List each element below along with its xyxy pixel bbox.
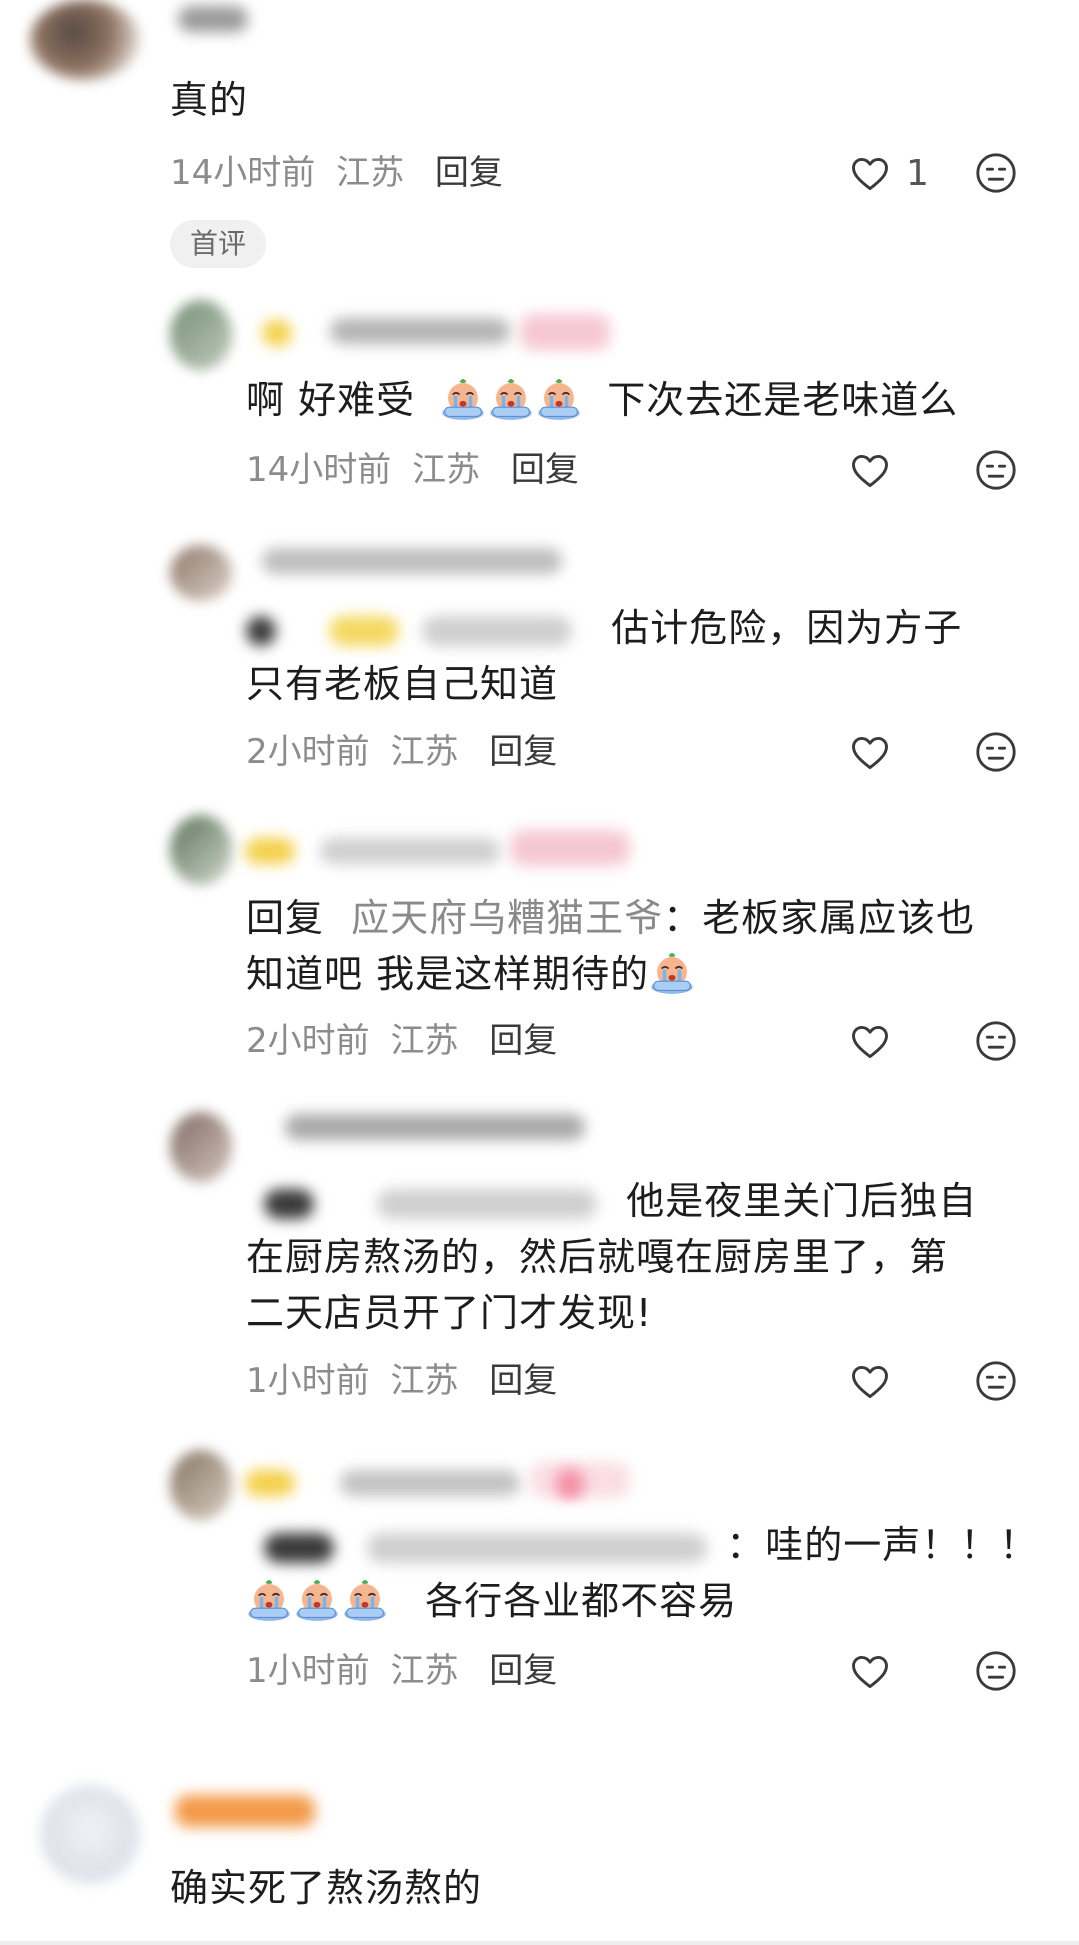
avatar[interactable] <box>170 545 232 601</box>
comment-text-part: 啊 好难受 <box>246 378 416 422</box>
comment-meta: 2小时前 江苏 回复 <box>246 727 557 777</box>
avatar[interactable] <box>170 815 232 885</box>
crying-face-emoji <box>649 949 695 995</box>
reply-button[interactable]: 回复 <box>489 1361 557 1401</box>
comment-text: 他是夜里关门后独自 在厨房熬汤的，然后就嘎在厨房里了，第 二天店员开了门才发现! <box>246 1173 1066 1341</box>
comment-time: 14小时前 <box>246 450 392 490</box>
comment-text-part: ：老板家属应该也 <box>663 896 976 940</box>
mention-blurred <box>422 615 573 646</box>
like-button[interactable] <box>848 1016 892 1066</box>
comment-meta: 1小时前 江苏 回复 <box>246 1646 557 1696</box>
comment-text-part: 知道吧 我是这样期待的 <box>246 952 650 996</box>
comment-meta: 14小时前 江苏 回复 <box>170 148 503 198</box>
comment-text: 啊 好难受 下次去还是老味道么 <box>246 372 958 428</box>
heart-outline-icon <box>848 1649 892 1693</box>
username-blurred[interactable] <box>175 1795 315 1827</box>
comment-text: ：哇的一声！！！ 各行各业都不容易 <box>246 1517 1066 1629</box>
username-blurred[interactable] <box>320 838 500 864</box>
comment-meta: 1小时前 江苏 回复 <box>246 1356 557 1406</box>
heart-outline-icon <box>848 448 892 492</box>
heart-outline-icon <box>848 151 892 195</box>
badge-blurred <box>530 1462 630 1498</box>
crying-face-emoji <box>536 375 582 421</box>
username-blurred[interactable] <box>340 1470 520 1496</box>
comment-text-part: 只有老板自己知道 <box>246 662 559 706</box>
crying-face-emoji <box>342 1576 388 1622</box>
mention-blurred <box>246 615 276 646</box>
comment-text-part: 他是夜里关门后独自 <box>626 1179 978 1223</box>
reply-button[interactable]: 回复 <box>489 1651 557 1691</box>
heart-outline-icon <box>848 1019 892 1063</box>
like-button[interactable]: 1 <box>848 148 929 198</box>
comment-time: 1小时前 <box>246 1651 370 1691</box>
mention-blurred <box>264 1188 314 1219</box>
level-badge-blurred <box>245 838 295 864</box>
level-badge-blurred <box>245 1470 295 1496</box>
comment-location: 江苏 <box>390 1361 459 1401</box>
like-count: 1 <box>906 152 929 194</box>
avatar[interactable] <box>170 1112 232 1182</box>
like-button[interactable] <box>848 727 892 777</box>
neutral-face-icon[interactable] <box>973 150 1019 196</box>
username-blurred[interactable] <box>262 548 562 574</box>
neutral-face-icon[interactable] <box>973 1018 1019 1064</box>
crying-face-emoji <box>440 375 486 421</box>
bottom-divider <box>0 1941 1079 1945</box>
comment-text-part: 下次去还是老味道么 <box>607 378 959 422</box>
comment-location: 江苏 <box>412 450 481 490</box>
neutral-face-icon[interactable] <box>973 447 1019 493</box>
comment-time: 2小时前 <box>246 1021 370 1061</box>
username-blurred[interactable] <box>178 6 248 32</box>
mention-link[interactable]: 应天府乌糟猫王爷 <box>351 896 663 940</box>
crying-face-emoji <box>246 1576 292 1622</box>
badge-blurred <box>520 314 610 350</box>
username-blurred[interactable] <box>330 318 510 344</box>
comment-location: 江苏 <box>336 153 405 193</box>
username-blurred[interactable] <box>285 1114 585 1140</box>
comment-meta: 2小时前 江苏 回复 <box>246 1016 557 1066</box>
neutral-face-icon[interactable] <box>973 1648 1019 1694</box>
mention-blurred <box>377 1188 598 1219</box>
comment-text: 估计危险，因为方子 只有老板自己知道 <box>246 600 1046 712</box>
comment-meta: 14小时前 江苏 回复 <box>246 445 579 495</box>
heart-outline-icon <box>848 1359 892 1403</box>
mention-blurred <box>264 1532 334 1563</box>
comment-time: 1小时前 <box>246 1361 370 1401</box>
avatar[interactable] <box>40 1785 140 1885</box>
comment-location: 江苏 <box>390 1651 459 1691</box>
comment-text-part: 二天店员开了门才发现! <box>246 1291 653 1335</box>
reply-button[interactable]: 回复 <box>489 1021 557 1061</box>
like-button[interactable] <box>848 445 892 495</box>
comment-text-part: 在厨房熬汤的，然后就嘎在厨房里了，第 <box>246 1235 949 1279</box>
comment-location: 江苏 <box>390 732 459 772</box>
reply-button[interactable]: 回复 <box>435 153 503 193</box>
avatar[interactable] <box>30 0 140 80</box>
avatar[interactable] <box>170 300 232 370</box>
comment-location: 江苏 <box>390 1021 459 1061</box>
neutral-face-icon[interactable] <box>973 729 1019 775</box>
mention-blurred <box>367 1532 708 1563</box>
mention-blurred <box>329 615 400 646</box>
level-badge-blurred <box>262 320 292 346</box>
avatar[interactable] <box>170 1450 232 1520</box>
comment-text: 回复 应天府乌糟猫王爷：老板家属应该也 知道吧 我是这样期待的 <box>246 890 1046 1002</box>
crying-face-emoji <box>294 1576 340 1622</box>
neutral-face-icon[interactable] <box>973 1358 1019 1404</box>
badge-blurred <box>510 830 630 866</box>
comment-text-part: ：哇的一声！！！ <box>726 1523 1039 1567</box>
comment-text: 真的 <box>170 78 249 122</box>
crying-face-emoji <box>488 375 534 421</box>
reply-prefix: 回复 <box>246 896 325 940</box>
comment-text-part: 各行各业都不容易 <box>425 1579 738 1623</box>
comment-time: 2小时前 <box>246 732 370 772</box>
reply-button[interactable]: 回复 <box>489 732 557 772</box>
comment-text: 确实死了熬汤熬的 <box>170 1866 483 1910</box>
first-comment-tag: 首评 <box>170 220 267 268</box>
reply-button[interactable]: 回复 <box>511 450 579 490</box>
heart-outline-icon <box>848 730 892 774</box>
like-button[interactable] <box>848 1646 892 1696</box>
like-button[interactable] <box>848 1356 892 1406</box>
comment-time: 14小时前 <box>170 153 316 193</box>
comment-text-part: 估计危险，因为方子 <box>611 606 963 650</box>
